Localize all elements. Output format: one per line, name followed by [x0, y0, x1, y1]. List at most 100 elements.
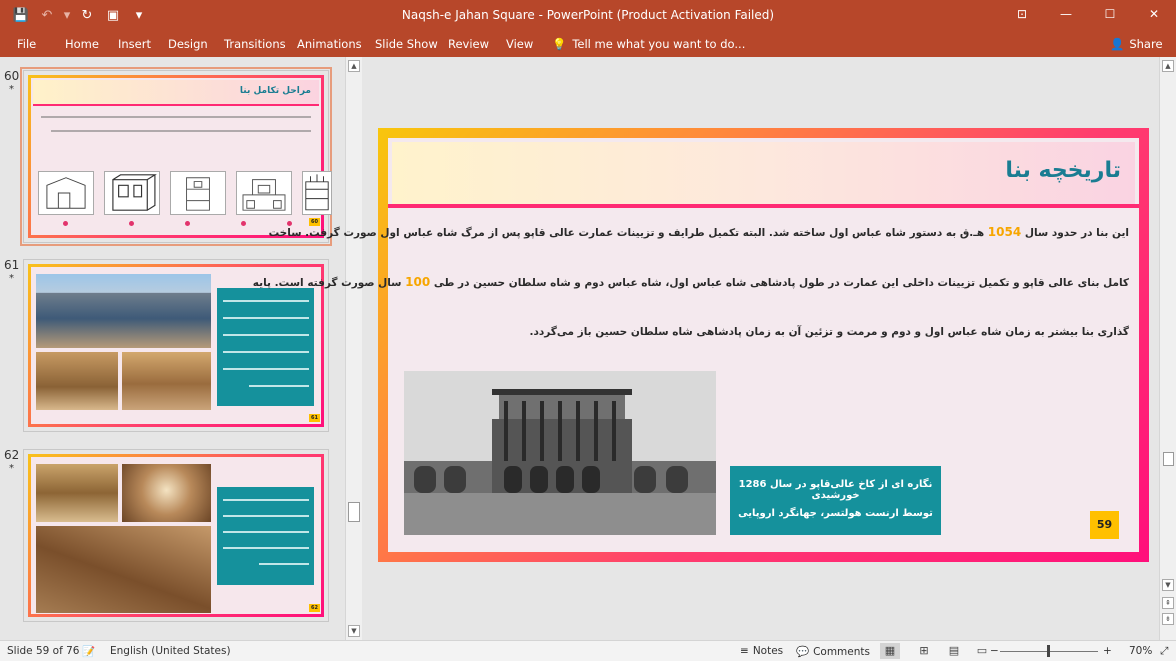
thumbnail-frame: 62 — [28, 454, 324, 617]
title-underline — [388, 204, 1139, 208]
building-drawing-stage-5 — [302, 171, 332, 215]
dome-ceiling-photo — [122, 464, 211, 522]
thumbnail-text-box — [217, 487, 314, 585]
thumbnail-frame: مراحل تکامل بنا 60 — [28, 75, 332, 238]
minimize-icon[interactable]: — — [1044, 0, 1088, 28]
thumbnail-bullet — [63, 221, 68, 226]
scroll-up-icon[interactable]: ▲ — [348, 60, 360, 72]
redo-icon[interactable]: ↻ — [76, 5, 98, 25]
zoom-level[interactable]: 70% — [1129, 645, 1152, 657]
tab-slide-show[interactable]: Slide Show — [375, 35, 438, 53]
slide-sorter-icon[interactable]: ⊞ — [914, 643, 934, 659]
body-paragraph-line-2[interactable]: کامل بنای عالی قاپو و تکمیل تزیینات داخل… — [253, 275, 1129, 289]
thumbnail-bullet — [185, 221, 190, 226]
slide-body: تاریخچه بنا این بنا در حدود سال 1054 هـ.… — [253, 138, 1139, 552]
notes-button[interactable]: ≡ Notes — [740, 645, 783, 657]
undo-dropdown-icon[interactable]: ▾ — [62, 5, 72, 25]
thumbnail-scrollbar[interactable]: ▲ ▼ — [345, 57, 362, 640]
body-text: سال صورت گرفته است. پایه — [252, 277, 406, 289]
editor-scrollbar[interactable]: ▲ ▼ ⇞ ⇟ — [1159, 57, 1176, 640]
thumbnail-slide-60[interactable]: مراحل تکامل بنا 60 — [20, 67, 332, 246]
share-label: Share — [1129, 37, 1163, 51]
spelling-check-icon[interactable]: 📝 — [82, 645, 95, 658]
tab-design[interactable]: Design — [168, 35, 208, 53]
caption-line-1: نگاره ای از کاخ عالی‌قاپو در سال 1286 خو… — [738, 479, 933, 501]
maximize-icon[interactable]: ☐ — [1088, 0, 1132, 28]
thumbnail-number: 61 — [4, 258, 20, 272]
comments-button[interactable]: 💬 Comments — [796, 645, 870, 659]
normal-view-icon[interactable]: ▦ — [880, 643, 900, 659]
tab-review[interactable]: Review — [448, 35, 489, 53]
highlight-year: 1054 — [987, 225, 1022, 239]
hall-interior-photo — [36, 464, 118, 522]
language-indicator[interactable]: English (United States) — [110, 645, 231, 657]
animation-star-icon: * — [9, 463, 14, 474]
person-icon: 👤 — [1110, 37, 1125, 51]
animation-star-icon: * — [9, 273, 14, 284]
thumbnail-bullet — [129, 221, 134, 226]
fit-to-window-icon[interactable]: ⤢ — [1160, 645, 1168, 658]
tab-view[interactable]: View — [506, 35, 533, 53]
thumbnail-bullet — [241, 221, 246, 226]
zoom-slider-handle[interactable] — [1047, 645, 1050, 657]
ali-qapu-historic-photo[interactable] — [404, 371, 716, 535]
photo-caption-box[interactable]: نگاره ای از کاخ عالی‌قاپو در سال 1286 خو… — [730, 466, 941, 535]
zoom-in-button[interactable]: + — [1103, 645, 1112, 657]
thumbnail-page-number: 62 — [309, 604, 320, 612]
scroll-down-icon[interactable]: ▼ — [1162, 579, 1174, 591]
thumbnail-text-line — [223, 515, 309, 517]
notes-label: Notes — [752, 645, 784, 657]
zoom-out-button[interactable]: − — [990, 645, 999, 657]
thumbnail-text-line — [249, 385, 309, 387]
tell-me-text: Tell me what you want to do... — [572, 37, 746, 51]
courtyard-photo — [36, 352, 118, 410]
quick-access-toolbar: 💾 ↶ ▾ ↻ ▣ ▾ — [10, 5, 150, 25]
share-button[interactable]: 👤 Share — [1110, 34, 1163, 54]
ribbon-display-options-icon[interactable]: ⊡ — [1000, 0, 1044, 28]
mosque-portal-photo — [36, 274, 211, 348]
scroll-up-icon[interactable]: ▲ — [1162, 60, 1174, 72]
body-paragraph-line-3[interactable]: گذاری بنا بیشتر به زمان شاه عباس اول و د… — [402, 326, 1129, 338]
undo-icon[interactable]: ↶ — [36, 5, 58, 25]
title-bar: 💾 ↶ ▾ ↻ ▣ ▾ Naqsh-e Jahan Square - Power… — [0, 0, 1176, 31]
body-paragraph-line-1[interactable]: این بنا در حدود سال 1054 هـ.ق به دستور ش… — [269, 225, 1129, 239]
notes-icon: ≡ — [740, 645, 749, 657]
customize-toolbar-icon[interactable]: ▾ — [128, 5, 150, 25]
save-icon[interactable]: 💾 — [10, 5, 32, 25]
ribbon-tabs: File Home Insert Design Transitions Anim… — [0, 31, 1176, 57]
thumbnail-header: مراحل تکامل بنا — [33, 80, 319, 106]
current-slide[interactable]: تاریخچه بنا این بنا در حدود سال 1054 هـ.… — [253, 128, 1149, 562]
highlight-years: 100 — [405, 275, 431, 289]
slide-counter: Slide 59 of 76 — [7, 645, 80, 657]
thumbnail-page-number: 61 — [309, 414, 320, 422]
comments-label: Comments — [813, 645, 870, 658]
thumbnail-text-line — [223, 300, 309, 302]
tab-transitions[interactable]: Transitions — [224, 35, 286, 53]
start-from-beginning-icon[interactable]: ▣ — [102, 5, 124, 25]
tab-file[interactable]: File — [17, 35, 36, 53]
scrollbar-thumb[interactable] — [1163, 452, 1174, 466]
scrollbar-thumb[interactable] — [348, 502, 360, 522]
thumbnail-slide-62[interactable]: 62 — [23, 449, 329, 622]
building-drawing-stage-2 — [104, 171, 160, 215]
thumbnail-title: مراحل تکامل بنا — [239, 86, 311, 96]
body-text: این بنا در حدود سال — [1021, 227, 1129, 239]
status-bar: Slide 59 of 76 📝 English (United States)… — [0, 640, 1176, 661]
slide-title[interactable]: تاریخچه بنا — [1005, 158, 1121, 183]
tab-animations[interactable]: Animations — [297, 35, 362, 53]
thumbnail-body: 62 — [31, 457, 321, 614]
slide-thumbnail-pane: 60 * مراحل تکامل بنا 60 61 * 61 62 * 62 — [0, 57, 345, 640]
window-controls: ⊡ — ☐ ✕ — [1000, 0, 1176, 28]
slide-show-icon[interactable]: ▭ — [972, 643, 992, 659]
next-slide-icon[interactable]: ⇟ — [1162, 613, 1174, 625]
tab-insert[interactable]: Insert — [118, 35, 151, 53]
ali-qapu-drawing — [404, 371, 716, 535]
reading-view-icon[interactable]: ▤ — [944, 643, 964, 659]
close-icon[interactable]: ✕ — [1132, 0, 1176, 28]
thumbnail-number: 62 — [4, 448, 20, 462]
thumbnail-text-line — [41, 116, 311, 118]
scroll-down-icon[interactable]: ▼ — [348, 625, 360, 637]
tell-me-box[interactable]: 💡 Tell me what you want to do... — [552, 35, 745, 53]
previous-slide-icon[interactable]: ⇞ — [1162, 597, 1174, 609]
tab-home[interactable]: Home — [65, 35, 99, 53]
